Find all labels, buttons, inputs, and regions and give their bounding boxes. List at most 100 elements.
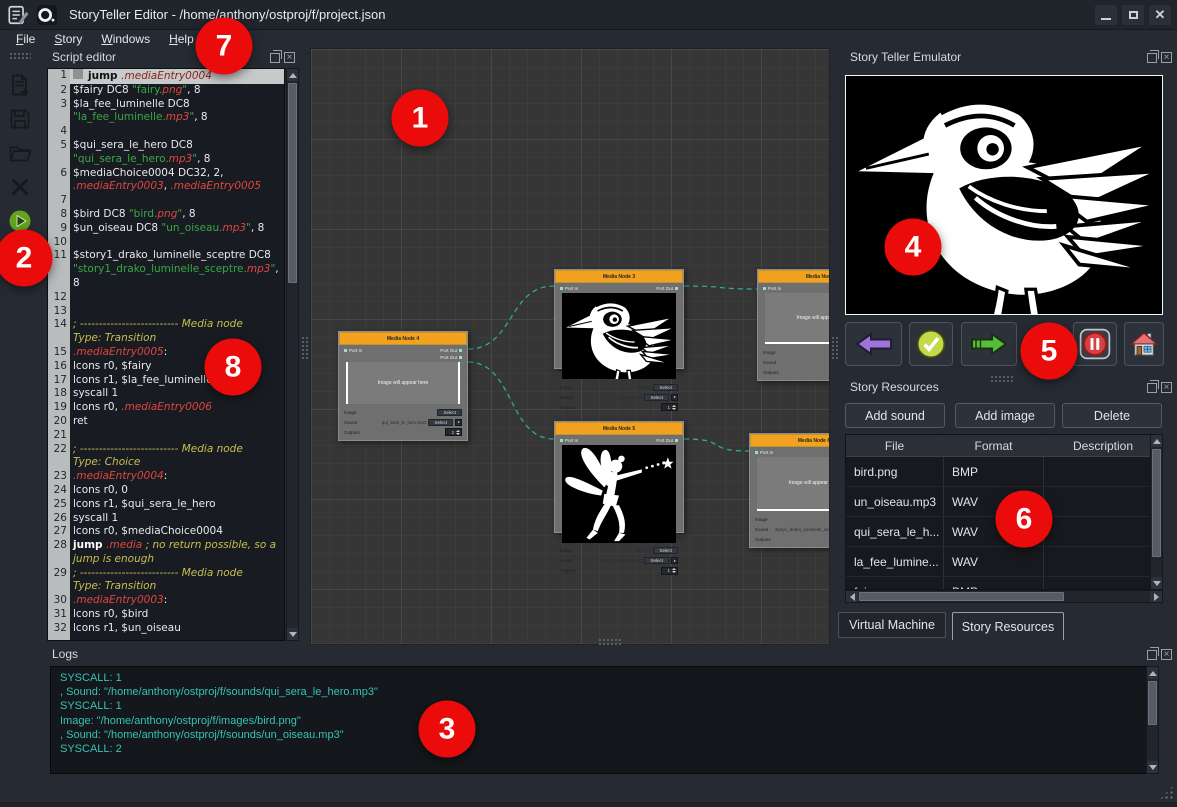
table-row[interactable]: bird.pngBMP xyxy=(846,457,1162,487)
port-in[interactable]: Port In xyxy=(560,437,578,444)
close-project-button[interactable] xyxy=(5,172,35,202)
close-panel-icon[interactable]: × xyxy=(284,52,295,63)
select-image-button[interactable]: Select xyxy=(437,409,462,416)
scrollbar-thumb[interactable] xyxy=(288,83,297,283)
select-image-button[interactable]: Select xyxy=(653,547,678,554)
spinner-down-icon[interactable] xyxy=(456,433,460,435)
bottom-splitter[interactable] xyxy=(598,638,622,645)
float-panel-icon[interactable] xyxy=(1147,53,1157,63)
new-file-button[interactable] xyxy=(5,70,35,100)
code-line[interactable]: 3$la_fee_luminelle DC8 "la_fee_luminelle… xyxy=(48,98,284,126)
port-in[interactable]: Port In xyxy=(344,347,362,361)
scroll-up-icon[interactable] xyxy=(1147,667,1158,679)
left-splitter[interactable] xyxy=(301,336,308,360)
close-panel-icon[interactable]: × xyxy=(1161,649,1172,660)
scroll-down-icon[interactable] xyxy=(1151,577,1162,589)
code-line[interactable]: 14; -------------------------- Media nod… xyxy=(48,318,284,346)
delete-button[interactable]: Delete xyxy=(1062,403,1162,428)
close-panel-icon[interactable]: × xyxy=(1161,52,1172,63)
code-line[interactable]: 11$story1_drako_luminelle_sceptre DC8 "s… xyxy=(48,249,284,290)
code-line[interactable]: 26syscall 1 xyxy=(48,512,284,526)
table-row[interactable]: fairy.pngBMP xyxy=(846,577,1162,590)
scrollbar-thumb[interactable] xyxy=(1152,449,1161,557)
scroll-right-icon[interactable] xyxy=(1150,591,1162,602)
float-panel-icon[interactable] xyxy=(1147,650,1157,660)
tab-virtual-machine[interactable]: Virtual Machine xyxy=(838,612,946,638)
menu-item-story[interactable]: Story xyxy=(54,32,82,46)
scrollbar-thumb[interactable] xyxy=(859,592,1064,601)
scroll-left-icon[interactable] xyxy=(846,591,858,602)
column-header[interactable]: Description xyxy=(1044,435,1162,456)
table-vscrollbar[interactable] xyxy=(1150,434,1163,590)
column-header[interactable]: Format xyxy=(944,435,1044,456)
node-canvas[interactable]: Media Node 4Port InPort OutPort OutImage… xyxy=(310,48,830,645)
code-line[interactable]: 6$mediaChoice0004 DC32, 2, .mediaEntry00… xyxy=(48,167,284,195)
port-in[interactable]: Port In xyxy=(763,285,781,292)
code-line[interactable]: 7 xyxy=(48,194,284,208)
select-sound-button[interactable]: Select xyxy=(428,419,453,426)
code-line[interactable]: 28jump .media ; no return possible, so a… xyxy=(48,539,284,567)
scroll-down-icon[interactable] xyxy=(287,628,298,640)
scroll-up-icon[interactable] xyxy=(1151,435,1162,447)
next-button[interactable] xyxy=(961,322,1017,366)
scrollbar-thumb[interactable] xyxy=(1148,681,1157,725)
code-line[interactable]: 20ret xyxy=(48,415,284,429)
speaker-button[interactable] xyxy=(671,557,678,564)
port-out[interactable]: Port Out xyxy=(440,347,462,354)
code-line[interactable]: 5$qui_sera_le_hero DC8 "qui_sera_le_hero… xyxy=(48,139,284,167)
code-line[interactable]: 13 xyxy=(48,305,284,319)
open-button[interactable] xyxy=(5,138,35,168)
table-hscrollbar[interactable] xyxy=(845,590,1163,603)
select-sound-button[interactable]: Select xyxy=(644,557,669,564)
speaker-button[interactable] xyxy=(671,394,678,401)
code-line[interactable]: 24lcons r0, 0 xyxy=(48,484,284,498)
code-line[interactable]: 27lcons r0, $mediaChoice0004 xyxy=(48,525,284,539)
code-line[interactable]: 10 xyxy=(48,236,284,250)
graph-node[interactable]: Media Node 4Port InPort OutPort OutImage… xyxy=(338,331,468,441)
add-sound-button[interactable]: Add sound xyxy=(845,403,945,428)
home-button[interactable] xyxy=(1124,322,1164,366)
code-line[interactable]: 12 xyxy=(48,291,284,305)
close-panel-icon[interactable]: × xyxy=(1161,382,1172,393)
graph-node[interactable]: Media Node 5Port InPort Out Imagefairy.p… xyxy=(554,421,684,533)
menu-item-file[interactable]: File xyxy=(16,32,35,46)
code-line[interactable]: 31lcons r0, $bird xyxy=(48,608,284,622)
port-out[interactable]: Port Out xyxy=(656,437,678,444)
spinner-up-icon[interactable] xyxy=(672,568,676,570)
select-image-button[interactable]: Select xyxy=(653,384,678,391)
graph-node[interactable]: Media Node 2Port InImage will appear her… xyxy=(757,269,830,381)
menu-item-windows[interactable]: Windows xyxy=(101,32,150,46)
close-button[interactable]: ✕ xyxy=(1149,5,1171,25)
speaker-button[interactable] xyxy=(455,419,462,426)
outputs-spinner[interactable]: 1 xyxy=(661,567,678,575)
scroll-up-icon[interactable] xyxy=(287,69,298,81)
code-line[interactable]: 1jump .mediaEntry0004 xyxy=(48,69,284,84)
port-in[interactable]: Port In xyxy=(755,449,773,456)
menu-item-help[interactable]: Help xyxy=(169,32,194,46)
outputs-spinner[interactable]: 1 xyxy=(661,403,678,411)
graph-node[interactable]: Media Node 6Port InImage will appear her… xyxy=(749,433,830,548)
spinner-down-icon[interactable] xyxy=(672,408,676,410)
ok-button[interactable] xyxy=(909,322,953,366)
code-line[interactable]: 30.mediaEntry0003: xyxy=(48,594,284,608)
code-line[interactable]: 9$un_oiseau DC8 "un_oiseau.mp3", 8 xyxy=(48,222,284,236)
spinner-up-icon[interactable] xyxy=(672,405,676,407)
float-panel-icon[interactable] xyxy=(1147,383,1157,393)
scroll-down-icon[interactable] xyxy=(1147,761,1158,773)
code-line[interactable]: 32lcons r1, $un_oiseau xyxy=(48,622,284,636)
float-panel-icon[interactable] xyxy=(270,53,280,63)
save-button[interactable] xyxy=(5,104,35,134)
code-line[interactable]: 8$bird DC8 "bird.png", 8 xyxy=(48,208,284,222)
code-line[interactable]: 22; -------------------------- Media nod… xyxy=(48,443,284,471)
toolbar-grip[interactable] xyxy=(9,52,31,60)
column-header[interactable]: File xyxy=(846,435,944,456)
code-line[interactable]: 19lcons r0, .mediaEntry0006 xyxy=(48,401,284,415)
back-button[interactable] xyxy=(845,322,902,366)
code-line[interactable]: 21 xyxy=(48,429,284,443)
add-image-button[interactable]: Add image xyxy=(955,403,1055,428)
code-line[interactable]: 23.mediaEntry0004: xyxy=(48,470,284,484)
pause-button[interactable] xyxy=(1073,322,1117,366)
minimize-button[interactable] xyxy=(1095,5,1117,25)
outputs-spinner[interactable]: 2 xyxy=(445,428,462,436)
resize-grip[interactable] xyxy=(1159,785,1174,800)
